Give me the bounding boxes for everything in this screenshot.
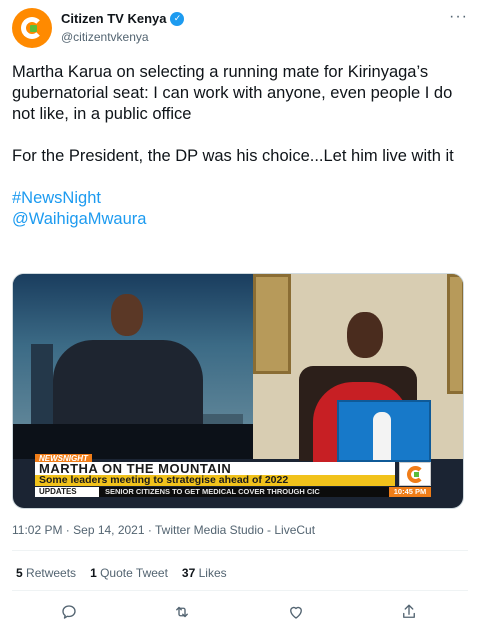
avatar[interactable] (12, 8, 52, 48)
hashtag-link[interactable]: #NewsNight (12, 189, 101, 207)
like-icon[interactable] (284, 600, 308, 624)
lower-third-subhead: Some leaders meeting to strategise ahead… (35, 475, 395, 486)
engagement-stats: 5 Retweets 1 Quote Tweet 37 Likes (16, 566, 227, 580)
anchor-figure (111, 294, 143, 336)
news-ticker: UPDATES SENIOR CITIZENS TO GET MEDICAL C… (35, 487, 431, 497)
studio-scene (13, 274, 253, 459)
retweets-stat[interactable]: 5 Retweets (16, 566, 76, 580)
mention-link[interactable]: @WaihigaMwaura (12, 210, 146, 228)
ticker-text: SENIOR CITIZENS TO GET MEDICAL COVER THR… (105, 487, 320, 496)
quotes-stat[interactable]: 1 Quote Tweet (90, 566, 168, 580)
verified-icon: ✓ (170, 11, 185, 26)
ticker-label: UPDATES (35, 487, 99, 497)
more-icon[interactable]: ··· (449, 9, 468, 25)
tweet-paragraph-1: Martha Karua on selecting a running mate… (12, 63, 453, 123)
reply-icon[interactable] (57, 600, 81, 624)
retweet-icon[interactable] (170, 600, 194, 624)
name-row: Citizen TV Kenya ✓ (61, 11, 185, 26)
likes-stat[interactable]: 37 Likes (182, 566, 227, 580)
action-bar (0, 600, 478, 624)
sign-language-inset (337, 400, 431, 462)
tweet-timestamp[interactable]: 11:02 PM · Sep 14, 2021 · Twitter Media … (12, 523, 315, 537)
ticker-time: 10:45 PM (389, 487, 431, 497)
logo-dot (30, 25, 37, 32)
tweet-header: Citizen TV Kenya ✓ @citizentvkenya ··· (12, 8, 470, 50)
divider (12, 550, 468, 551)
user-handle[interactable]: @citizentvkenya (61, 30, 149, 44)
display-name[interactable]: Citizen TV Kenya (61, 11, 166, 26)
tweet-text: Martha Karua on selecting a running mate… (12, 62, 470, 230)
tweet-video[interactable]: NEWSNIGHT MARTHA ON THE MOUNTAIN Some le… (12, 273, 464, 509)
channel-logo (399, 462, 431, 486)
tweet-paragraph-2: For the President, the DP was his choice… (12, 147, 454, 165)
divider (12, 590, 468, 591)
share-icon[interactable] (397, 600, 421, 624)
